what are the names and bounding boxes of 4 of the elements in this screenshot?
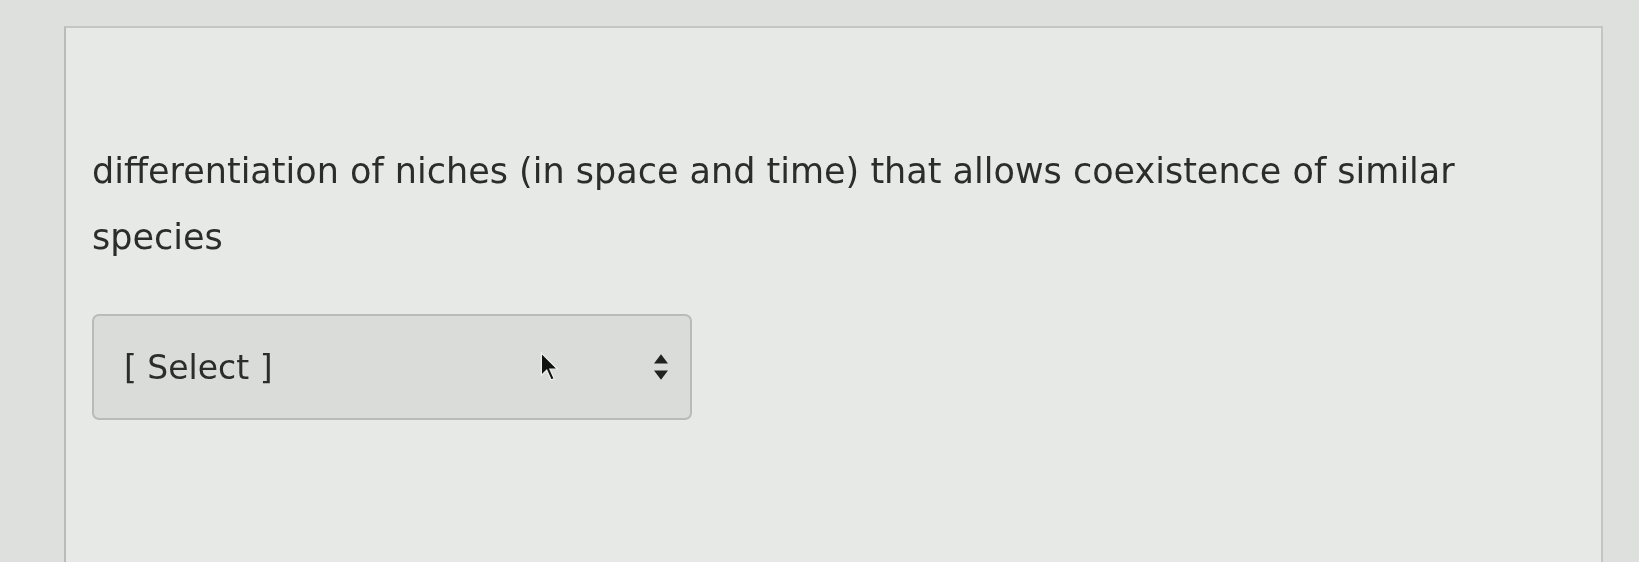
question-text: differentiation of niches (in space and time) that allows coexistence of similar species	[92, 150, 1456, 259]
answer-dropdown[interactable]: [ Select ]	[92, 314, 692, 420]
sort-arrows-icon	[654, 354, 668, 380]
mouse-cursor-icon	[540, 352, 562, 382]
